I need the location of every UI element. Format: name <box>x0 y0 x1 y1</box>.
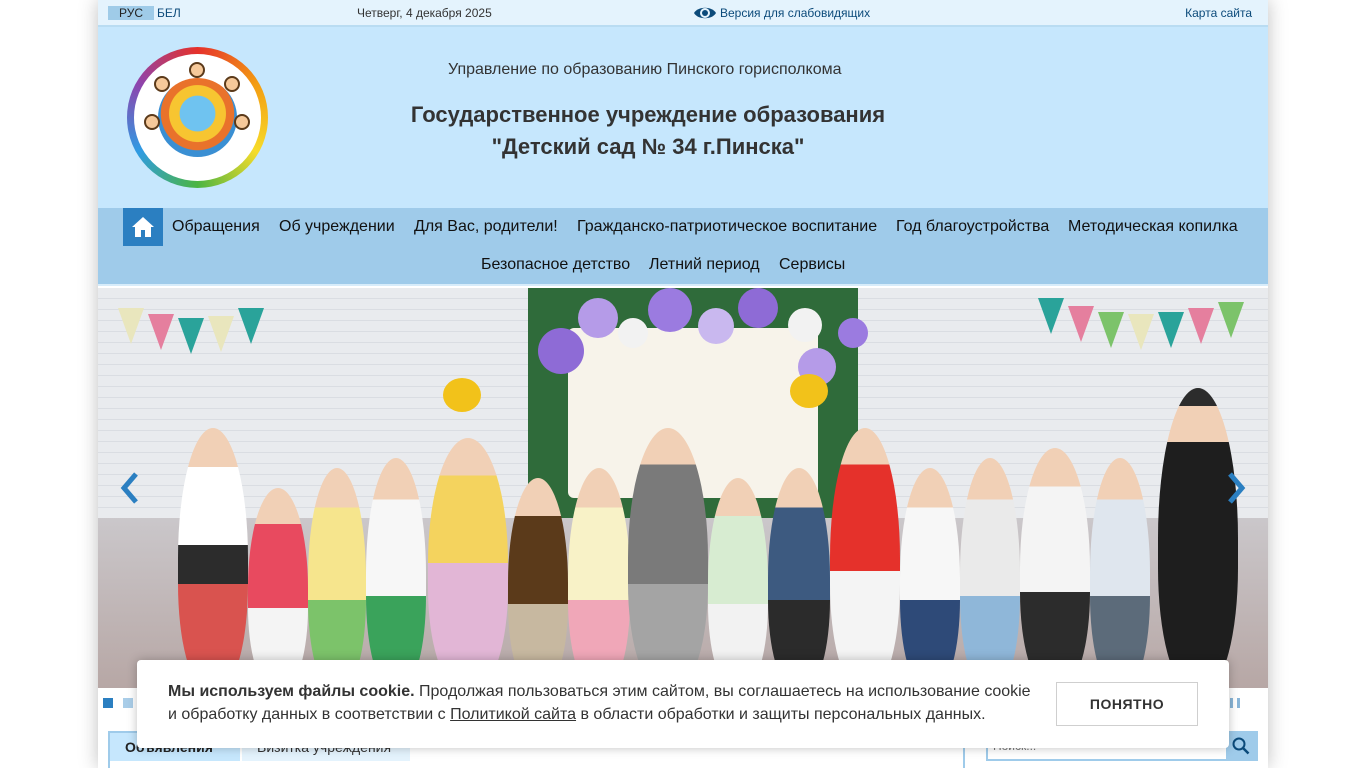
person <box>830 428 900 688</box>
person <box>1090 458 1150 688</box>
nav-item-services[interactable]: Сервисы <box>779 255 845 275</box>
low-vision-link[interactable]: Версия для слабовидящих <box>693 3 870 23</box>
logo-child-face <box>154 76 170 92</box>
person <box>708 478 768 688</box>
person <box>960 458 1020 688</box>
logo-child-face <box>144 114 160 130</box>
bunting-flag <box>1218 302 1244 338</box>
language-switcher: РУС БЕЛ <box>108 6 184 20</box>
person <box>428 438 508 688</box>
balloon <box>578 298 618 338</box>
balloon <box>443 378 481 412</box>
nav-item-about[interactable]: Об учреждении <box>279 217 395 237</box>
person <box>508 478 568 688</box>
page: РУС БЕЛ Четверг, 4 декабря 2025 Версия д… <box>98 0 1268 768</box>
nav-item-improvement-year[interactable]: Год благоустройства <box>896 217 1049 237</box>
balloon <box>648 288 692 332</box>
bunting-flag <box>1188 308 1214 344</box>
person <box>1158 388 1238 688</box>
bunting-flag <box>208 316 234 352</box>
top-bar: РУС БЕЛ Четверг, 4 декабря 2025 Версия д… <box>98 0 1268 27</box>
person <box>628 428 708 688</box>
bunting-flag <box>1098 312 1124 348</box>
logo-emblem <box>158 78 237 157</box>
balloon <box>738 288 778 328</box>
balloon <box>838 318 868 348</box>
bunting-flag <box>178 318 204 354</box>
home-button[interactable] <box>123 208 163 246</box>
chevron-right-icon <box>1228 472 1246 504</box>
chevron-left-icon <box>120 472 138 504</box>
logo-child-face <box>224 76 240 92</box>
slider-next-button[interactable] <box>1224 470 1248 506</box>
person <box>900 468 960 688</box>
low-vision-label: Версия для слабовидящих <box>720 6 871 20</box>
logo-child-face <box>189 62 205 78</box>
org-name-line2: "Детский сад № 34 г.Пинска" <box>491 134 805 159</box>
person <box>1020 448 1090 688</box>
bunting-flag <box>1038 298 1064 334</box>
nav-item-patriotic[interactable]: Гражданско-патриотическое воспитание <box>577 217 877 237</box>
nav-item-summer[interactable]: Летний период <box>649 255 760 275</box>
search-icon <box>1232 737 1250 755</box>
person <box>568 468 630 688</box>
person <box>248 488 308 688</box>
page-title: Государственное учреждение образования "… <box>348 99 948 163</box>
lang-by-button[interactable]: БЕЛ <box>154 6 184 20</box>
logo-child-face <box>234 114 250 130</box>
nav-item-appeals[interactable]: Обращения <box>172 217 260 237</box>
sitemap-link[interactable]: Карта сайта <box>1185 6 1252 20</box>
balloon <box>788 308 822 342</box>
balloon <box>538 328 584 374</box>
cookie-message: Мы используем файлы cookie. Продолжая по… <box>168 680 1038 726</box>
cookie-text-after-link: в области обработки и защиты персональны… <box>576 706 986 723</box>
lang-ru-button[interactable]: РУС <box>108 6 154 20</box>
balloon <box>698 308 734 344</box>
person <box>178 428 248 688</box>
search-button[interactable] <box>1226 733 1256 759</box>
cookie-banner: Мы используем файлы cookie. Продолжая по… <box>137 660 1229 748</box>
person <box>308 468 366 688</box>
slider-prev-button[interactable] <box>118 470 142 506</box>
accept-cookies-button[interactable]: ПОНЯТНО <box>1056 682 1198 726</box>
pause-icon[interactable] <box>1230 698 1240 708</box>
bunting-flag <box>1068 306 1094 342</box>
bunting-flag <box>148 314 174 350</box>
site-logo[interactable] <box>127 47 268 188</box>
cookie-title: Мы используем файлы cookie. <box>168 683 415 700</box>
bunting-flag <box>238 308 264 344</box>
main-navigation: Обращения Об учреждении Для Вас, родител… <box>98 208 1268 286</box>
nav-item-methodical[interactable]: Методическая копилка <box>1068 217 1238 237</box>
nav-item-parents[interactable]: Для Вас, родители! <box>414 217 558 237</box>
bunting-flag <box>1158 312 1184 348</box>
slider-dot[interactable] <box>103 698 113 708</box>
current-date: Четверг, 4 декабря 2025 <box>357 6 492 20</box>
balloon <box>790 374 828 408</box>
logo-ring <box>134 54 261 181</box>
org-name-line1: Государственное учреждение образования <box>410 102 886 127</box>
parent-organization: Управление по образованию Пинского горис… <box>448 61 842 78</box>
site-header: Управление по образованию Пинского горис… <box>98 27 1268 208</box>
pause-bar <box>1230 698 1233 708</box>
pause-bar <box>1237 698 1240 708</box>
photo-slider[interactable] <box>98 288 1268 688</box>
person <box>768 468 830 688</box>
person <box>366 458 426 688</box>
nav-item-safe-childhood[interactable]: Безопасное детство <box>481 255 630 275</box>
slider-dot[interactable] <box>123 698 133 708</box>
balloon <box>618 318 648 348</box>
slide-crowd <box>98 388 1268 688</box>
bunting-flag <box>118 308 144 344</box>
home-icon <box>132 217 154 237</box>
bunting-flag <box>1128 314 1154 350</box>
privacy-policy-link[interactable]: Политикой сайта <box>450 706 576 723</box>
eye-icon <box>694 7 716 19</box>
